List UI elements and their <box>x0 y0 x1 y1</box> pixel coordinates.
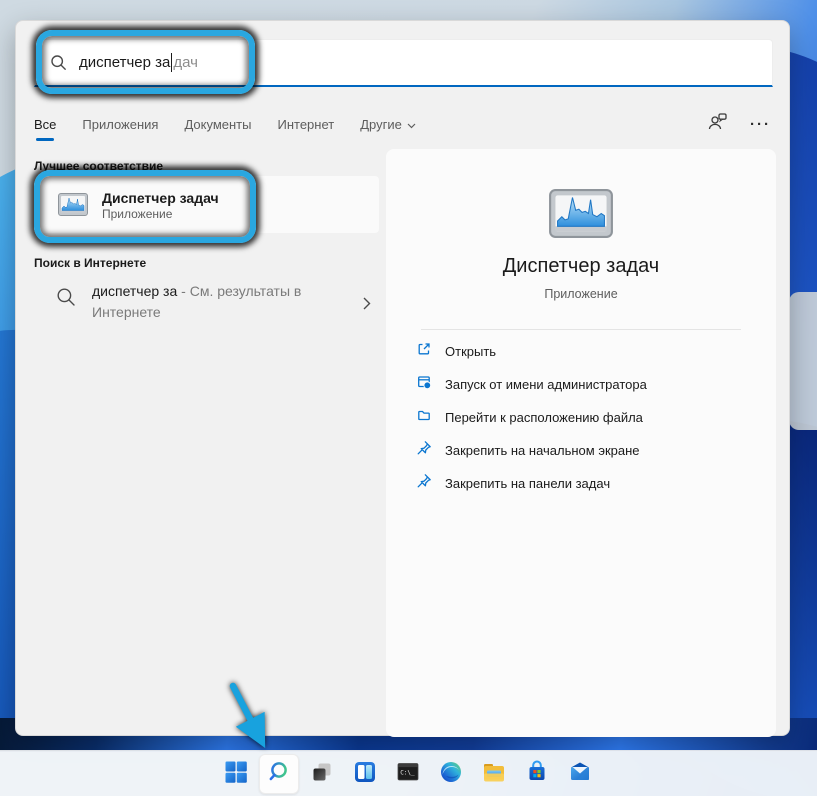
edge-icon <box>438 759 464 790</box>
divider <box>421 329 741 330</box>
pin-icon <box>416 440 432 461</box>
action-run-as-admin[interactable]: Запуск от имени администратора <box>416 368 756 401</box>
action-pin-to-taskbar[interactable]: Закрепить на панели задач <box>416 467 756 500</box>
task-view-button[interactable] <box>302 754 342 794</box>
web-search-text: диспетчер за - См. результаты в Интернет… <box>92 281 309 323</box>
store-icon <box>524 759 550 790</box>
desktop: диспетчер задач Все Приложения Документы… <box>0 0 817 796</box>
chevron-down-icon <box>407 117 416 132</box>
mail-icon <box>567 759 593 790</box>
action-pin-to-start[interactable]: Закрепить на начальном экране <box>416 434 756 467</box>
terminal-icon: C:\_ <box>395 759 421 790</box>
annotation-best-match <box>34 170 256 243</box>
start-button[interactable] <box>216 754 256 794</box>
terminal-prompt-text: C:\_ <box>400 769 415 776</box>
file-explorer-icon <box>481 759 507 790</box>
tab-more[interactable]: Другие <box>360 117 416 132</box>
search-flyout-panel: диспетчер задач Все Приложения Документы… <box>15 20 790 736</box>
search-icon <box>267 760 291 789</box>
task-manager-icon-large <box>549 189 613 243</box>
header-icons: ··· <box>707 107 771 141</box>
store-button[interactable] <box>517 754 557 794</box>
file-explorer-button[interactable] <box>474 754 514 794</box>
widgets-button[interactable] <box>345 754 385 794</box>
preview-subtitle: Приложение <box>386 287 776 301</box>
annotation-search-box <box>36 30 255 94</box>
tab-web[interactable]: Интернет <box>277 117 334 132</box>
search-icon <box>56 287 76 312</box>
preview-title: Диспетчер задач <box>386 255 776 278</box>
wallpaper-patch <box>789 292 817 430</box>
mail-button[interactable] <box>560 754 600 794</box>
action-open[interactable]: Открыть <box>416 335 756 368</box>
action-open-file-location[interactable]: Перейти к расположению файла <box>416 401 756 434</box>
account-icon[interactable] <box>707 112 728 136</box>
start-icon <box>223 759 249 790</box>
tab-all[interactable]: Все <box>34 117 56 132</box>
chevron-right-icon[interactable] <box>363 297 371 315</box>
active-tab-underline <box>36 138 54 141</box>
action-list: Открыть Запуск от имени администратора <box>416 335 756 500</box>
preview-pane: Диспетчер задач Приложение Открыть <box>386 149 776 737</box>
task-view-icon <box>309 759 335 790</box>
web-search-section-label: Поиск в Интернете <box>34 256 146 270</box>
open-icon <box>416 341 432 362</box>
tab-documents[interactable]: Документы <box>184 117 251 132</box>
more-options-icon[interactable]: ··· <box>750 116 771 133</box>
search-tabs: Все Приложения Документы Интернет Другие <box>34 107 771 141</box>
pin-icon <box>416 473 432 494</box>
taskbar-items: C:\_ <box>216 754 600 794</box>
edge-button[interactable] <box>431 754 471 794</box>
tab-apps[interactable]: Приложения <box>82 117 158 132</box>
web-search-result[interactable]: диспетчер за - См. результаты в Интернет… <box>34 279 379 343</box>
widgets-icon <box>352 759 378 790</box>
taskbar: C:\_ <box>0 750 817 796</box>
run-as-admin-icon <box>416 374 432 395</box>
terminal-button[interactable]: C:\_ <box>388 754 428 794</box>
search-button[interactable] <box>259 754 299 794</box>
folder-icon <box>416 407 432 428</box>
web-search-query: диспетчер за <box>92 283 177 299</box>
